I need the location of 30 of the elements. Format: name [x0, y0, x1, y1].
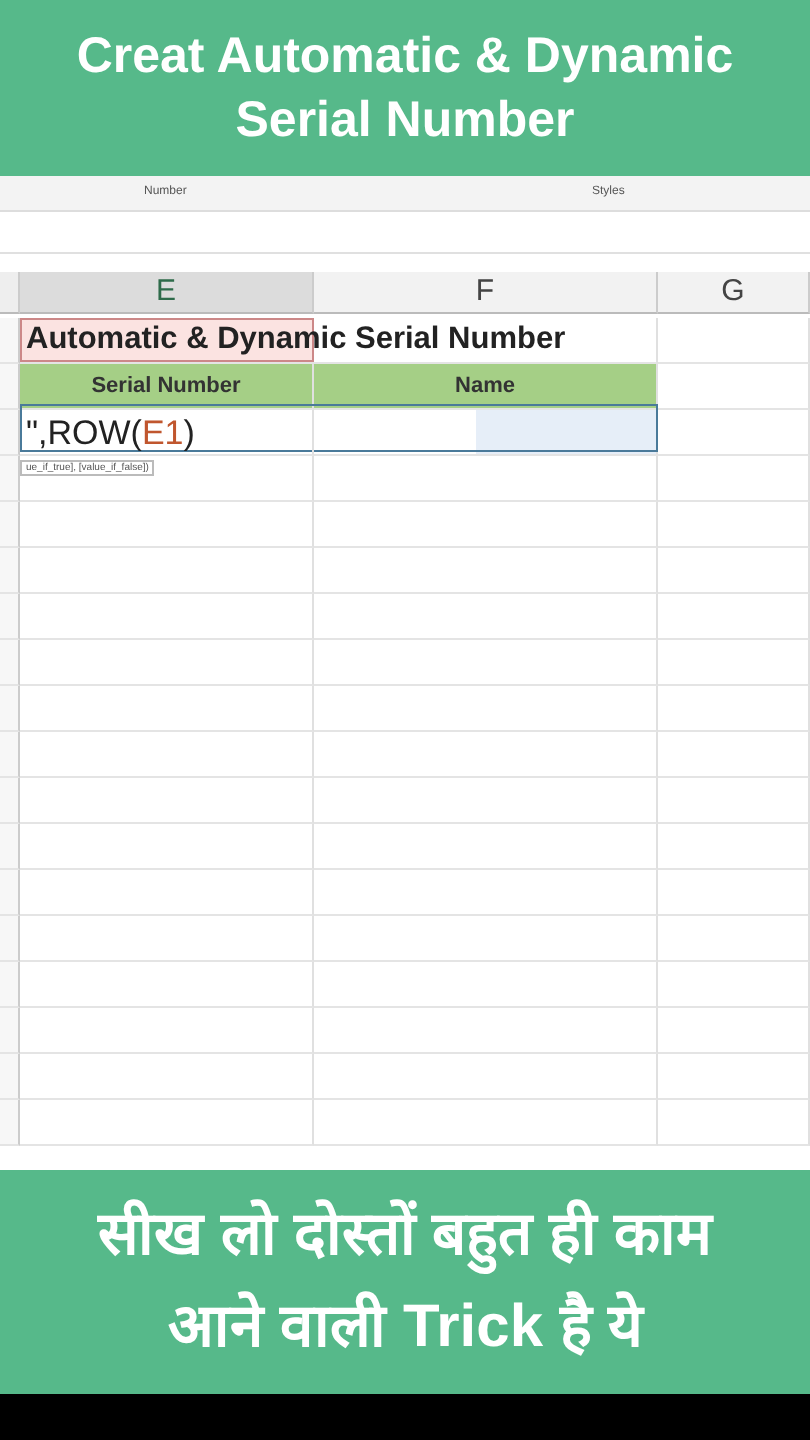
row-header[interactable] — [0, 364, 20, 410]
row-header[interactable] — [0, 916, 20, 962]
row-header[interactable] — [0, 778, 20, 824]
row-header[interactable] — [0, 1100, 20, 1146]
row-header[interactable] — [0, 1008, 20, 1054]
row-header[interactable] — [0, 318, 20, 364]
row-header[interactable] — [0, 640, 20, 686]
caption-text: आने वाली Trick है ये — [165, 1289, 647, 1364]
row-header[interactable] — [0, 1054, 20, 1100]
column-header[interactable]: F — [314, 272, 658, 314]
caption-text: सीख लो दोस्तों बहुत ही काम — [0, 1190, 810, 1282]
sheet-title: Automatic & Dynamic Serial Number — [26, 322, 566, 358]
row-header[interactable] — [0, 456, 20, 502]
banner-title: Creat Automatic & Dynamic — [74, 26, 736, 88]
row-header[interactable] — [0, 824, 20, 870]
row-header[interactable] — [0, 962, 20, 1008]
row-header[interactable] — [0, 686, 20, 732]
row-header[interactable] — [0, 548, 20, 594]
row-header[interactable] — [0, 410, 20, 456]
header-cell: Serial Number — [20, 364, 314, 410]
row-header[interactable] — [0, 732, 20, 778]
formula-text: ",ROW(E1) — [26, 414, 195, 454]
row-header[interactable] — [0, 502, 20, 548]
column-header[interactable]: E — [20, 272, 314, 314]
header-cell: Name — [314, 364, 658, 410]
column-header[interactable]: G — [658, 272, 810, 314]
row-header[interactable] — [0, 594, 20, 640]
select-all-corner[interactable] — [0, 272, 20, 314]
banner-title: Serial Number — [233, 90, 577, 152]
row-header[interactable] — [0, 870, 20, 916]
